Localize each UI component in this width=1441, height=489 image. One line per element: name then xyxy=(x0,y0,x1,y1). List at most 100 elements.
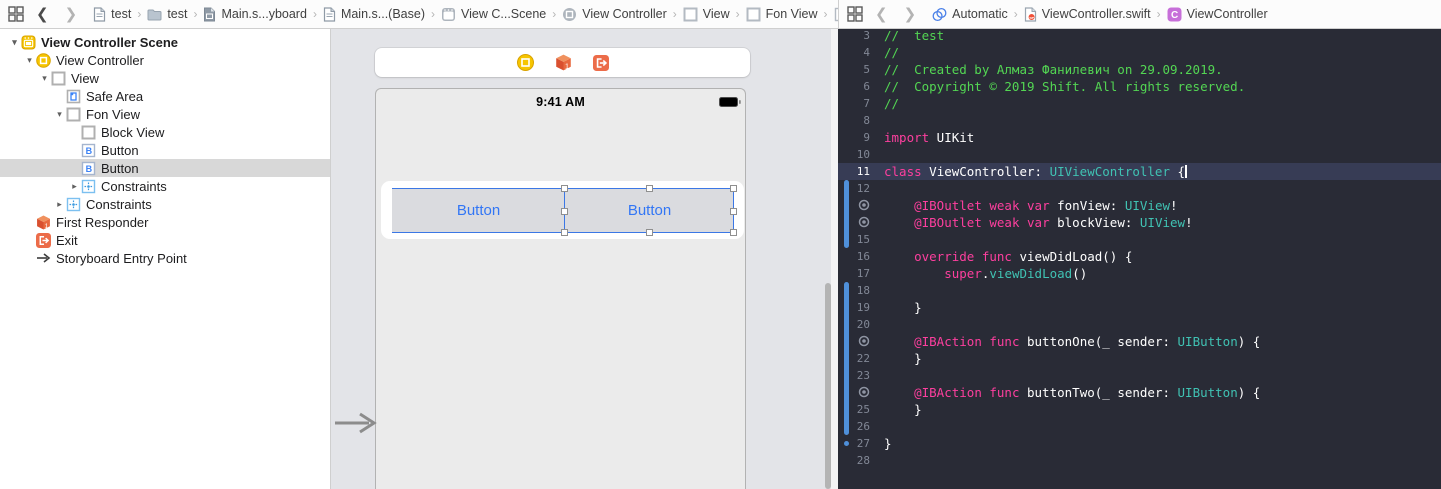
resize-handle-bottom-center[interactable] xyxy=(646,229,653,236)
resize-handle-bottom-right[interactable] xyxy=(730,229,737,236)
outline-row-constraints[interactable]: ▸ Constraints xyxy=(0,177,330,195)
line-number[interactable]: 6 xyxy=(844,78,870,95)
first-responder-icon[interactable]: 1 xyxy=(555,54,572,71)
line-number[interactable]: 17 xyxy=(844,265,870,282)
line-number[interactable]: 20 xyxy=(844,316,870,333)
outline-row-button[interactable]: B Button xyxy=(0,141,330,159)
outline-row-constraints[interactable]: ▸ Constraints xyxy=(0,195,330,213)
line-number[interactable]: 28 xyxy=(844,452,870,469)
outline-row-block-view[interactable]: Block View xyxy=(0,123,330,141)
outline-row-first-responder[interactable]: 1 First Responder xyxy=(0,213,330,231)
forward-button[interactable]: ❯ xyxy=(904,6,917,22)
connection-well-icon[interactable] xyxy=(844,214,870,231)
line-number[interactable]: 15 xyxy=(844,231,870,248)
related-items-icon[interactable] xyxy=(8,6,24,22)
button-one[interactable]: Button xyxy=(392,189,565,232)
interface-builder-canvas[interactable]: 1 9:41 AM Button Button xyxy=(331,29,838,489)
code-line-13[interactable]: @IBOutlet weak var fonView: UIView! xyxy=(838,197,1441,214)
line-number[interactable]: 27 xyxy=(844,435,870,452)
code-line-9[interactable]: 9 import UIKit xyxy=(838,129,1441,146)
code-line-4[interactable]: 4 // xyxy=(838,44,1441,61)
line-number[interactable]: 19 xyxy=(844,299,870,316)
back-button[interactable]: ❮ xyxy=(36,6,49,22)
code-line-8[interactable]: 8 xyxy=(838,112,1441,129)
code-line-10[interactable]: 10 xyxy=(838,146,1441,163)
source-editor[interactable]: 3 // test 4 // 5 // Created by Алмаз Фанилеви… xyxy=(838,29,1441,489)
connection-well-icon[interactable] xyxy=(844,384,870,401)
exit-icon[interactable] xyxy=(592,54,609,71)
outline-row-button[interactable]: B Button xyxy=(0,159,330,177)
code-line-14[interactable]: @IBOutlet weak var blockView: UIView! xyxy=(838,214,1441,231)
line-number[interactable]: 12 xyxy=(844,180,870,197)
line-number[interactable]: 23 xyxy=(844,367,870,384)
breadcrumb-viewcontroller-swift[interactable]: ViewController.swift xyxy=(1024,6,1151,22)
resize-handle-top-center[interactable] xyxy=(646,185,653,192)
line-number[interactable]: 5 xyxy=(844,61,870,78)
breadcrumb-automatic[interactable]: Automatic xyxy=(932,7,1008,22)
code-line-5[interactable]: 5 // Created by Алмаз Фанилевич on 29.09.… xyxy=(838,61,1441,78)
resize-handle-mid-left[interactable] xyxy=(561,208,568,215)
button-two-selected[interactable]: Button xyxy=(565,189,734,232)
code-line-23[interactable]: 23 xyxy=(838,367,1441,384)
connection-well-icon[interactable] xyxy=(844,333,870,350)
line-number[interactable]: 7 xyxy=(844,95,870,112)
outline-row-safe-area[interactable]: Safe Area xyxy=(0,87,330,105)
code-line-26[interactable]: 26 xyxy=(838,418,1441,435)
resize-handle-top-right[interactable] xyxy=(730,185,737,192)
code-line-12[interactable]: 12 xyxy=(838,180,1441,197)
outline-row-view-controller-scene[interactable]: ▾ View Controller Scene xyxy=(0,33,330,51)
code-line-22[interactable]: 22 } xyxy=(838,350,1441,367)
device-view[interactable]: 9:41 AM Button Button xyxy=(375,88,746,489)
pane-splitter[interactable] xyxy=(831,29,838,489)
code-line-18[interactable]: 18 xyxy=(838,282,1441,299)
line-number[interactable]: 3 xyxy=(844,29,870,44)
outline-row-exit[interactable]: Exit xyxy=(0,231,330,249)
line-number[interactable]: 18 xyxy=(844,282,870,299)
code-line-21[interactable]: @IBAction func buttonOne(_ sender: UIBut… xyxy=(838,333,1441,350)
line-number[interactable]: 9 xyxy=(844,129,870,146)
disclosure-triangle[interactable]: ▸ xyxy=(53,199,66,210)
resize-handle-bottom-left[interactable] xyxy=(561,229,568,236)
outline-row-view[interactable]: ▾ View xyxy=(0,69,330,87)
disclosure-triangle[interactable]: ▾ xyxy=(38,73,51,84)
line-number[interactable]: 4 xyxy=(844,44,870,61)
breadcrumb-view[interactable]: View xyxy=(683,7,730,22)
breadcrumb-view-controller[interactable]: View Controller xyxy=(562,7,667,22)
breadcrumb-view-c-scene[interactable]: View C...Scene xyxy=(441,7,546,22)
line-number[interactable]: 26 xyxy=(844,418,870,435)
code-line-3[interactable]: 3 // test xyxy=(838,29,1441,44)
line-number[interactable]: 22 xyxy=(844,350,870,367)
outline-row-storyboard-entry-point[interactable]: Storyboard Entry Point xyxy=(0,249,330,267)
storyboard-entry-point-arrow[interactable] xyxy=(333,412,377,434)
outline-row-view-controller[interactable]: ▾ View Controller xyxy=(0,51,330,69)
canvas-scrollbar[interactable] xyxy=(825,283,831,489)
code-line-11[interactable]: 11 class ViewController: UIViewController… xyxy=(838,163,1441,180)
disclosure-triangle[interactable]: ▾ xyxy=(23,55,36,66)
line-number[interactable]: 11 xyxy=(844,163,870,180)
disclosure-triangle[interactable]: ▾ xyxy=(8,37,21,48)
code-line-17[interactable]: 17 super.viewDidLoad() xyxy=(838,265,1441,282)
code-line-16[interactable]: 16 override func viewDidLoad() { xyxy=(838,248,1441,265)
related-items-icon[interactable] xyxy=(847,6,863,22)
code-line-28[interactable]: 28 xyxy=(838,452,1441,469)
code-line-15[interactable]: 15 xyxy=(838,231,1441,248)
code-line-24[interactable]: @IBAction func buttonTwo(_ sender: UIBut… xyxy=(838,384,1441,401)
breadcrumb-main-s-base[interactable]: Main.s...(Base) xyxy=(323,6,425,22)
code-line-20[interactable]: 20 xyxy=(838,316,1441,333)
breadcrumb-viewcontroller[interactable]: C ViewController xyxy=(1167,7,1268,22)
line-number[interactable]: 25 xyxy=(844,401,870,418)
disclosure-triangle[interactable]: ▸ xyxy=(68,181,81,192)
breadcrumb-main-s-yboard[interactable]: Main.s...yboard xyxy=(203,7,307,22)
resize-handle-mid-right[interactable] xyxy=(730,208,737,215)
breadcrumb-test[interactable]: test xyxy=(93,6,131,22)
connection-well-icon[interactable] xyxy=(844,197,870,214)
outline-row-fon-view[interactable]: ▾ Fon View xyxy=(0,105,330,123)
breadcrumb-fon-view[interactable]: Fon View xyxy=(746,7,818,22)
forward-button[interactable]: ❯ xyxy=(65,6,78,22)
line-number[interactable]: 10 xyxy=(844,146,870,163)
code-line-6[interactable]: 6 // Copyright © 2019 Shift. All rights r… xyxy=(838,78,1441,95)
view-controller-icon[interactable] xyxy=(516,54,534,71)
fon-view[interactable]: Button Button xyxy=(381,181,744,239)
line-number[interactable]: 8 xyxy=(844,112,870,129)
code-line-25[interactable]: 25 } xyxy=(838,401,1441,418)
